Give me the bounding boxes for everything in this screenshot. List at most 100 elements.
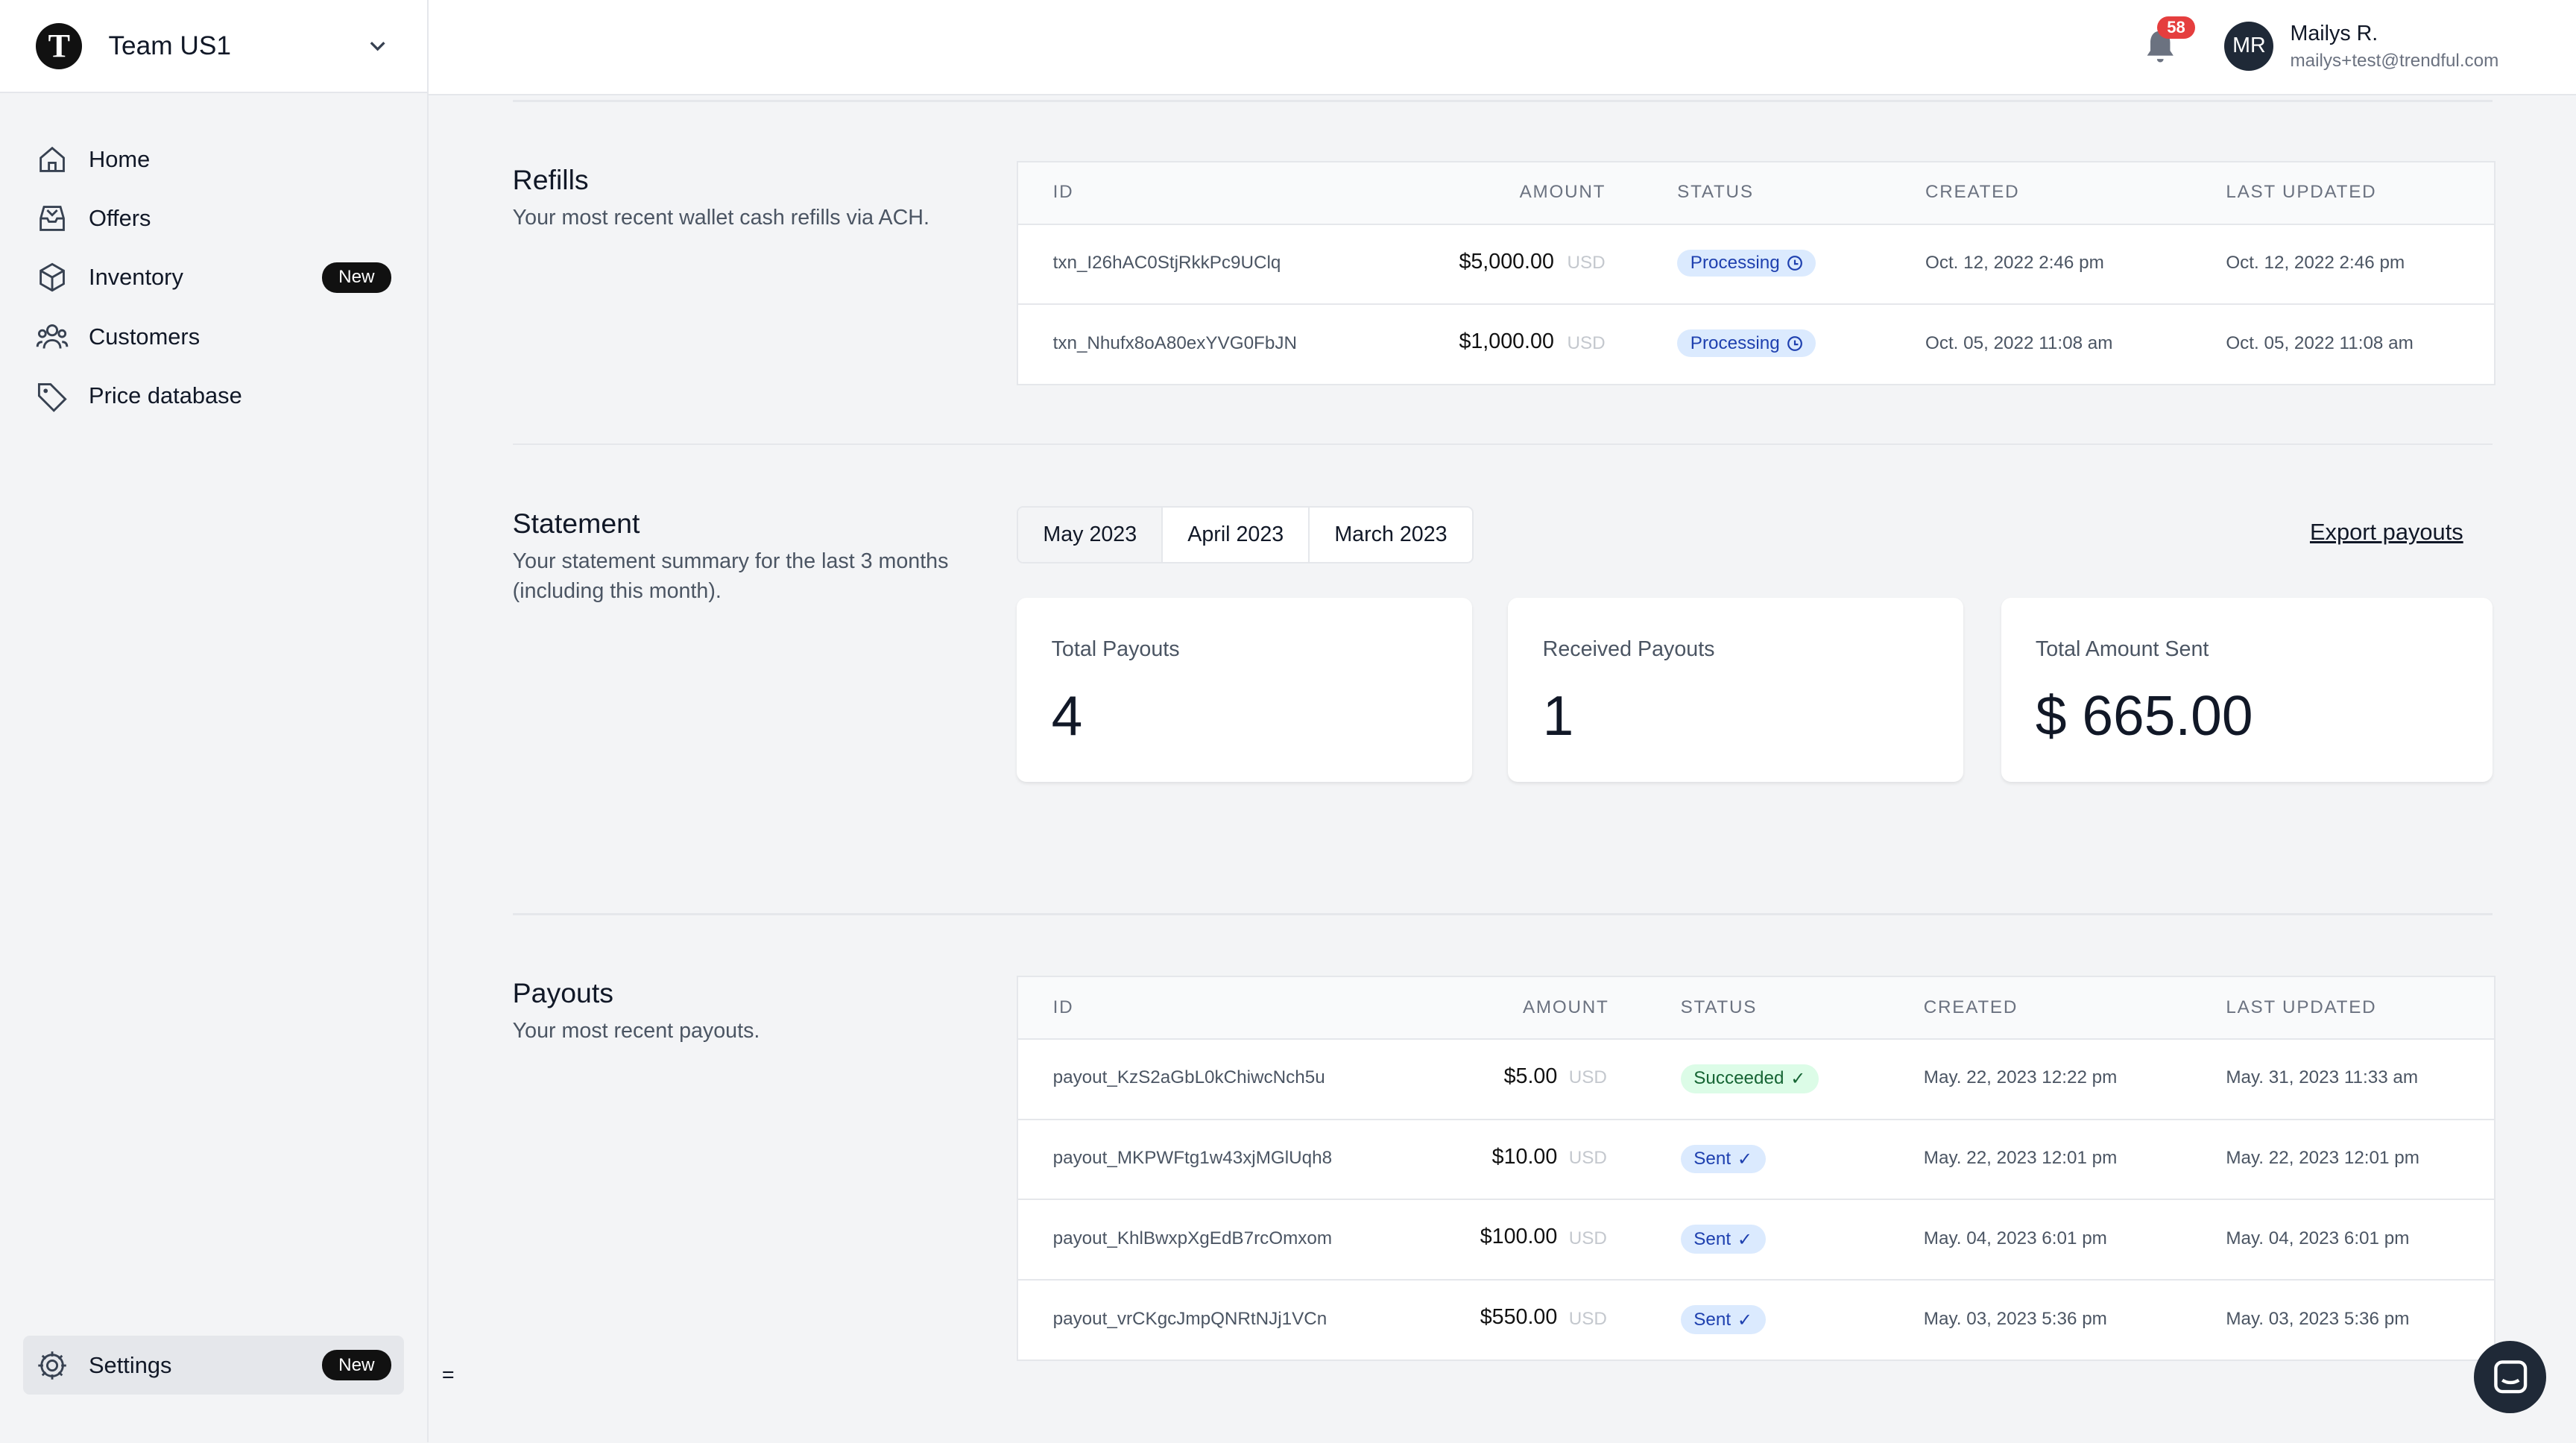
avatar[interactable]: MR [2224,21,2274,71]
column-header: CREATED [1923,997,2018,1017]
currency: USD [1567,332,1606,353]
updated-date: Oct. 05, 2022 11:08 am [2226,332,2414,353]
status-badge: Processing [1677,329,1816,358]
sidebar-item-label: Price database [89,382,242,408]
column-header: STATUS [1680,997,1758,1017]
created-date: Oct. 05, 2022 11:08 am [1925,332,2113,353]
inbox-icon [40,206,66,231]
updated-date: May. 31, 2023 11:33 am [2226,1067,2419,1088]
payout-id: payout_KhlBwxpXgEdB7rcOmxom [1052,1228,1333,1248]
received-payouts-card: Received Payouts 1 [1508,598,1963,783]
amount: $5.00 [1503,1064,1558,1088]
status-badge: Sent ✓ [1680,1225,1766,1254]
transaction-id: txn_Nhufx8oA80exYVG0FbJN [1052,332,1297,353]
check-icon: ✓ [1790,1069,1806,1090]
column-header: LAST UPDATED [2226,182,2377,203]
amount: $100.00 [1480,1225,1558,1249]
tab-march-2023[interactable]: March 2023 [1310,508,1471,562]
card-label: Total Amount Sent [2035,637,2209,662]
table-row[interactable]: payout_vrCKgcJmpQNRtNJj1VCn $550.00 USD … [1018,1281,2493,1360]
status-badge: Processing [1677,249,1816,277]
sidebar-nav: Home Offers Inventory New Customers Pric… [0,93,427,425]
card-value: 4 [1051,683,1083,747]
column-header: ID [1052,182,1074,203]
tag-icon [38,383,68,412]
amount: $10.00 [1491,1144,1558,1169]
created-date: May. 04, 2023 6:01 pm [1923,1228,2107,1248]
check-icon: ✓ [1737,1310,1753,1330]
updated-date: May. 22, 2023 12:01 pm [2226,1148,2419,1169]
payout-id: payout_vrCKgcJmpQNRtNJj1VCn [1052,1308,1328,1329]
sidebar-item-settings[interactable]: Settings New [22,1335,405,1395]
gear-icon [38,1351,67,1380]
tab-april-2023[interactable]: April 2023 [1163,507,1310,562]
currency: USD [1568,1308,1607,1329]
column-header: STATUS [1677,182,1754,203]
sidebar-item-customers[interactable]: Customers [0,307,427,366]
sidebar-item-home[interactable]: Home [0,130,427,189]
card-label: Received Payouts [1542,637,1715,662]
table-row[interactable]: payout_MKPWFtg1w43xjMGlUqh8 $10.00 USD S… [1018,1120,2494,1201]
currency: USD [1568,1228,1607,1248]
amount: $5,000.00 [1459,249,1554,274]
check-icon: ✓ [1737,1149,1753,1170]
card-value: $ 665.00 [2035,683,2253,747]
card-value: 1 [1542,683,1574,747]
home-icon [40,146,66,172]
created-date: May. 22, 2023 12:01 pm [1923,1148,2118,1169]
amount: $1,000.00 [1459,329,1554,354]
settings-label: Settings [88,1351,172,1378]
check-icon: ✓ [1737,1229,1753,1250]
clock-icon [1787,256,1802,271]
sidebar-item-offers[interactable]: Offers [0,189,427,247]
sidebar-item-label: Inventory [89,264,183,291]
table-row[interactable]: txn_Nhufx8oA80exYVG0FbJN $1,000.00 USD P… [1018,305,2493,384]
status-badge: Sent ✓ [1680,1305,1766,1334]
tab-may-2023[interactable]: May 2023 [1018,507,1164,562]
updated-date: May. 03, 2023 5:36 pm [2226,1308,2410,1329]
new-badge: New [322,262,391,293]
box-icon [40,262,66,292]
transaction-id: txn_I26hAC0StjRkkPc9UClq [1052,253,1281,274]
column-header: AMOUNT [1519,182,1606,203]
user-name: Mailys R. [2290,21,2378,45]
table-row[interactable]: payout_KhlBwxpXgEdB7rcOmxom $100.00 USD … [1018,1200,2494,1281]
notification-count-badge: 58 [2156,16,2195,40]
payouts-title: Payouts [512,977,614,1009]
team-switcher[interactable]: T Team US1 [0,0,428,94]
chevron-down-icon[interactable] [364,33,391,59]
sidebar-item-label: Customers [89,323,201,350]
sidebar-item-price-database[interactable]: Price database [0,366,427,425]
created-date: May. 22, 2023 12:22 pm [1923,1067,2118,1088]
users-icon [37,323,69,349]
currency: USD [1568,1067,1607,1088]
section-divider [512,100,2493,102]
updated-date: Oct. 12, 2022 2:46 pm [2226,253,2405,274]
refills-description: Your most recent wallet cash refills via… [512,206,929,230]
status-badge: Succeeded ✓ [1680,1064,1819,1093]
table-row[interactable]: txn_I26hAC0StjRkkPc9UClq $5,000.00 USD P… [1018,225,2494,306]
payouts-description: Your most recent payouts. [512,1019,760,1043]
top-header: 58 MR Mailys R. mailys+test@trendful.com [429,0,2576,95]
chat-icon [2493,1360,2527,1394]
collapse-handle[interactable]: = [442,1363,455,1388]
table-header: ID AMOUNT STATUS CREATED LAST UPDATED [1018,162,2494,225]
statement-title: Statement [512,508,640,540]
currency: USD [1567,253,1606,274]
statement-description: Your statement summary for the last 3 mo… [512,549,949,603]
sidebar-item-label: Home [89,145,151,172]
sidebar: T Team US1 Home Offers Inventory New Cus… [0,0,429,1443]
user-email: mailys+test@trendful.com [2290,51,2499,72]
created-date: May. 03, 2023 5:36 pm [1923,1308,2107,1329]
section-divider [512,443,2493,446]
created-date: Oct. 12, 2022 2:46 pm [1925,253,2104,274]
card-label: Total Payouts [1051,637,1180,662]
chat-launcher-button[interactable] [2474,1340,2547,1413]
payout-id: payout_KzS2aGbL0kChiwcNch5u [1052,1067,1325,1088]
export-payouts-link[interactable]: Export payouts [2310,519,2463,546]
column-header: LAST UPDATED [2226,997,2377,1017]
sidebar-item-inventory[interactable]: Inventory New [0,248,427,307]
sidebar-item-label: Offers [89,204,151,231]
total-payouts-card: Total Payouts 4 [1017,598,1472,783]
table-row[interactable]: payout_KzS2aGbL0kChiwcNch5u $5.00 USD Su… [1018,1040,2494,1120]
